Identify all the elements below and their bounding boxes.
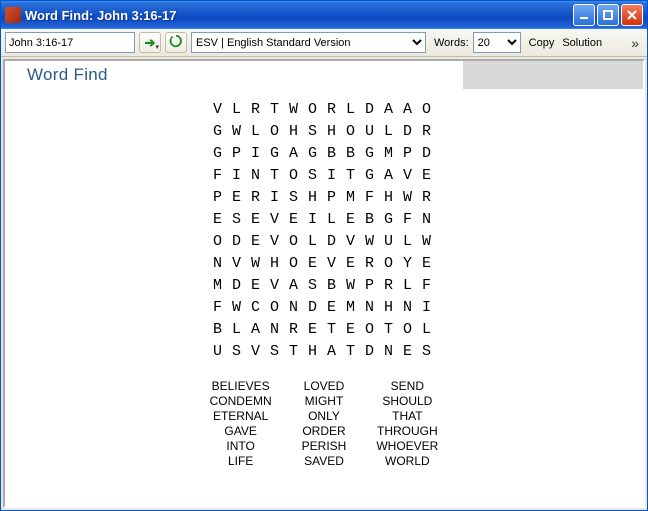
grid-row: GWLOHSHOULDR: [207, 121, 441, 143]
word-item: BELIEVES: [212, 379, 270, 394]
grid-row: BLANRETEOTOL: [207, 319, 441, 341]
grid-row: ODEVOLDVWULW: [207, 231, 441, 253]
page-header: Word Find: [5, 61, 643, 89]
version-select[interactable]: ESV | English Standard Version: [191, 32, 426, 53]
words-select[interactable]: 20: [473, 32, 521, 53]
word-item: LOVED: [304, 379, 345, 394]
word-list: BELIEVESCONDEMNETERNALGAVEINTOLIFE LOVED…: [5, 367, 643, 477]
word-item: PERISH: [302, 439, 347, 454]
word-item: THAT: [392, 409, 422, 424]
word-item: SHOULD: [382, 394, 432, 409]
copy-button[interactable]: Copy: [529, 37, 555, 49]
chevron-down-icon: ▾: [155, 43, 159, 51]
puzzle-grid-area: VLRTWORLDAAOGWLOHSHOULDRGPIGAGBBGMPDFINT…: [5, 89, 643, 367]
grid-row: FINTOSITGAVE: [207, 165, 441, 187]
word-item: LIFE: [228, 454, 253, 469]
grid-row: VLRTWORLDAAO: [207, 99, 441, 121]
grid-row: ESEVEILEBGFN: [207, 209, 441, 231]
word-item: MIGHT: [305, 394, 344, 409]
app-icon: [5, 7, 21, 23]
grid-row: USVSTHATDNES: [207, 341, 441, 363]
grid-row: FWCONDEMNHNI: [207, 297, 441, 319]
arrow-right-icon: ➔: [145, 35, 156, 51]
word-column: LOVEDMIGHTONLYORDERPERISHSAVED: [302, 379, 347, 469]
expand-chevron-icon[interactable]: »: [631, 35, 643, 51]
word-item: ONLY: [308, 409, 340, 424]
puzzle-grid: VLRTWORLDAAOGWLOHSHOULDRGPIGAGBBGMPDFINT…: [207, 99, 441, 363]
app-window: Word Find: John 3:16-17 ➔ ▾ ESV | Englis…: [0, 0, 648, 511]
grid-row: PERISHPMFHWR: [207, 187, 441, 209]
refresh-icon: [169, 34, 183, 51]
titlebar: Word Find: John 3:16-17: [1, 1, 647, 29]
minimize-button[interactable]: [573, 4, 595, 26]
content-area: Word Find VLRTWORLDAAOGWLOHSHOULDRGPIGAG…: [3, 59, 645, 508]
toolbar: ➔ ▾ ESV | English Standard Version Words…: [1, 29, 647, 57]
window-title: Word Find: John 3:16-17: [25, 8, 573, 23]
word-item: CONDEMN: [210, 394, 272, 409]
grid-row: MDEVASBWPRLF: [207, 275, 441, 297]
word-item: SAVED: [304, 454, 344, 469]
reference-input[interactable]: [5, 32, 135, 53]
word-item: ETERNAL: [213, 409, 268, 424]
word-item: WORLD: [385, 454, 430, 469]
maximize-button[interactable]: [597, 4, 619, 26]
grid-row: NVWHOEVEROYE: [207, 253, 441, 275]
grid-row: GPIGAGBBGMPD: [207, 143, 441, 165]
word-item: THROUGH: [377, 424, 438, 439]
header-sidebar: [463, 61, 643, 89]
word-item: INTO: [226, 439, 254, 454]
close-button[interactable]: [621, 4, 643, 26]
word-item: GAVE: [224, 424, 256, 439]
word-column: SENDSHOULDTHATTHROUGHWHOEVERWORLD: [376, 379, 438, 469]
go-button[interactable]: ➔ ▾: [139, 32, 161, 53]
word-item: WHOEVER: [376, 439, 438, 454]
word-column: BELIEVESCONDEMNETERNALGAVEINTOLIFE: [210, 379, 272, 469]
words-label: Words:: [434, 37, 469, 49]
window-controls: [573, 4, 643, 26]
word-item: ORDER: [302, 424, 345, 439]
word-item: SEND: [391, 379, 424, 394]
page-title: Word Find: [5, 61, 463, 89]
refresh-button[interactable]: [165, 32, 187, 53]
solution-button[interactable]: Solution: [562, 37, 602, 49]
